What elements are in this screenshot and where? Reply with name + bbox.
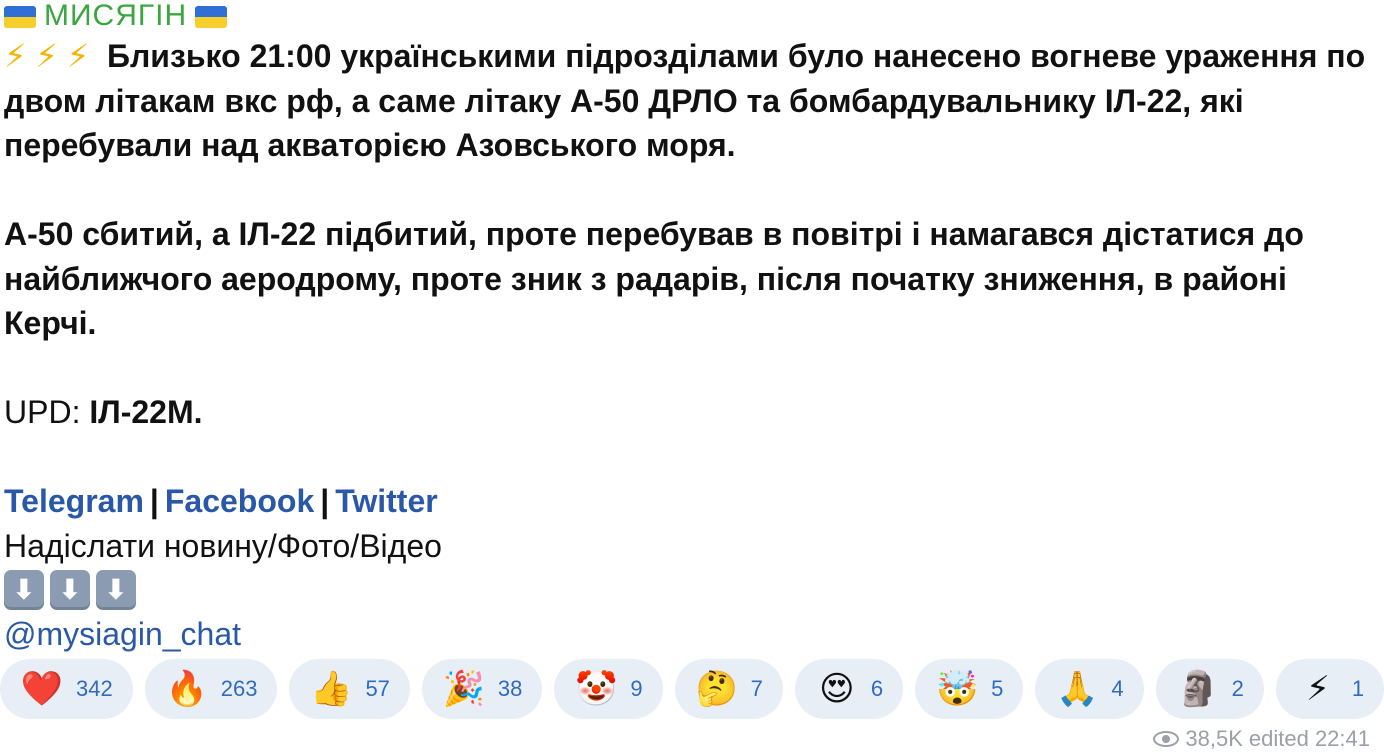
- eye-icon: [1153, 731, 1180, 747]
- lightning-icon: ⚡ ⚡ ⚡: [4, 38, 90, 74]
- message-paragraph-2: А-50 сбитий, а ІЛ-22 підбитий, проте пер…: [4, 216, 1304, 341]
- reaction-button[interactable]: 🙏 4: [1035, 659, 1144, 719]
- down-arrow-icon: ⬇: [50, 570, 90, 610]
- facebook-link[interactable]: Facebook: [165, 483, 314, 519]
- reaction-count: 6: [870, 676, 884, 701]
- party-popper-icon: 🎉: [442, 669, 486, 709]
- update-line: UPD: ІЛ-22М.: [4, 390, 1380, 435]
- reaction-button[interactable]: 😍 6: [794, 659, 904, 719]
- link-separator: |: [320, 483, 330, 519]
- paragraph-1-text: Близько 21:00 українськими підрозділами …: [4, 38, 1366, 163]
- send-news-text: Надіслати новину/Фото/Відео: [4, 527, 442, 564]
- reaction-count: 263: [220, 676, 258, 701]
- reaction-button[interactable]: 👍 57: [289, 659, 410, 719]
- folded-hands-icon: 🙏: [1056, 669, 1099, 709]
- ukraine-flag-icon: [195, 6, 228, 28]
- edited-timestamp: edited 22:41: [1248, 726, 1370, 751]
- upd-prefix: UPD:: [4, 394, 81, 430]
- reaction-button[interactable]: ❤️ 342: [0, 659, 133, 719]
- telegram-link[interactable]: Telegram: [4, 483, 144, 519]
- message-meta: 38,5K edited 22:41: [1153, 726, 1370, 752]
- arrow-row: ⬇ ⬇ ⬇: [4, 568, 1380, 612]
- link-separator: |: [149, 483, 159, 519]
- channel-name[interactable]: МИСЯГІН: [44, 0, 187, 32]
- down-arrow-icon: ⬇: [96, 570, 136, 610]
- exploding-head-icon: 🤯: [935, 669, 979, 709]
- reaction-button[interactable]: 🤔 7: [674, 659, 783, 719]
- heart-icon: ❤️: [20, 669, 64, 709]
- message-paragraph-1: ⚡ ⚡ ⚡ Близько 21:00 українськими підрозд…: [4, 34, 1380, 168]
- heart-eyes-icon: 😍: [819, 669, 855, 709]
- fire-icon: 🔥: [165, 669, 208, 709]
- reaction-button[interactable]: 🔥 263: [144, 659, 278, 719]
- view-count: 38,5K: [1185, 726, 1243, 751]
- down-arrow-icon: ⬇: [4, 570, 44, 610]
- upd-value: ІЛ-22М.: [89, 394, 203, 430]
- reaction-count: 2: [1231, 676, 1244, 701]
- reaction-count: 57: [365, 676, 390, 701]
- reaction-count: 5: [991, 676, 1004, 701]
- reaction-count: 342: [76, 676, 113, 701]
- reaction-count: 4: [1111, 676, 1124, 701]
- reactions-bar: ❤️ 342 🔥 263 👍 57 🎉 38 🤡 9 🤔 7 😍 6 🤯 5 🙏 4 🗿 2 ⚡ 1: [0, 659, 1384, 719]
- channel-header[interactable]: МИСЯГІН: [4, 0, 1380, 34]
- message-post: МИСЯГІН ⚡ ⚡ ⚡ Близько 21:00 українськими…: [4, 0, 1380, 657]
- reaction-button[interactable]: 🗿 2: [1155, 659, 1264, 719]
- reaction-button[interactable]: 🤯 5: [915, 659, 1024, 719]
- chat-handle-link[interactable]: @mysiagin_chat: [4, 616, 241, 652]
- thumbs-up-icon: 👍: [310, 669, 353, 709]
- social-links: Telegram | Facebook | Twitter: [4, 479, 1380, 524]
- twitter-link[interactable]: Twitter: [335, 483, 438, 519]
- thinking-face-icon: 🤔: [695, 669, 738, 709]
- reaction-count: 1: [1351, 676, 1365, 701]
- ukraine-flag-icon: [4, 6, 36, 28]
- reaction-button[interactable]: 🎉 38: [421, 659, 543, 719]
- message-body: ⚡ ⚡ ⚡ Близько 21:00 українськими підрозд…: [4, 34, 1380, 657]
- reaction-count: 7: [750, 676, 763, 701]
- reaction-button[interactable]: ⚡ 1: [1275, 659, 1384, 719]
- clown-face-icon: 🤡: [575, 669, 618, 709]
- lightning-icon: ⚡: [1305, 669, 1330, 709]
- reaction-count: 38: [497, 676, 523, 701]
- moai-icon: 🗿: [1176, 669, 1219, 709]
- reaction-count: 9: [630, 676, 643, 701]
- reaction-button[interactable]: 🤡 9: [554, 659, 663, 719]
